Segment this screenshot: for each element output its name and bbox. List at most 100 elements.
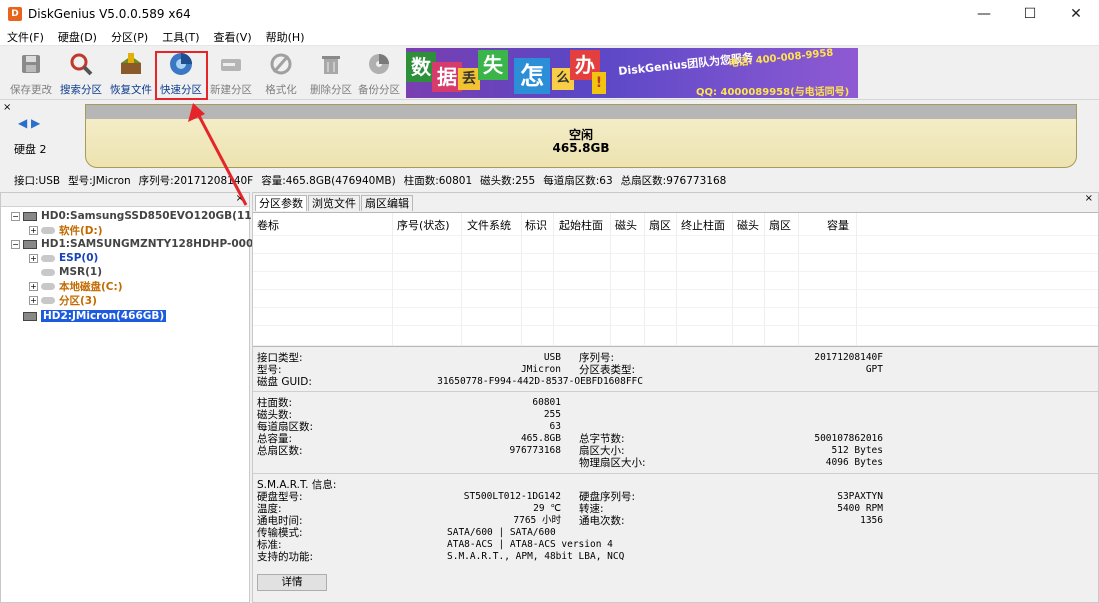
delete-partition-button[interactable]: 删除分区: [306, 50, 356, 98]
disk-nav-arrows-icon[interactable]: ◀ ▶: [18, 116, 40, 130]
partition-icon: [41, 226, 55, 234]
column-divider: [732, 213, 733, 346]
window-title: DiskGenius V5.0.0.589 x64: [28, 7, 191, 21]
expand-icon[interactable]: +: [29, 295, 38, 305]
detail-label: 通电时间:: [257, 515, 303, 527]
new-partition-button[interactable]: 新建分区: [206, 50, 256, 98]
disk-partition-map[interactable]: 空闲 465.8GB: [85, 104, 1077, 168]
section-divider: [253, 473, 1098, 474]
column-header[interactable]: 标识: [525, 217, 547, 233]
backup-partition-icon: [365, 50, 393, 78]
column-header[interactable]: 卷标: [257, 217, 279, 233]
menu-bar: 文件(F) 硬盘(D) 分区(P) 工具(T) 查看(V) 帮助(H): [0, 28, 1099, 46]
detail-value: 5400 RPM: [837, 503, 883, 514]
detail-value: SATA/600 | SATA/600: [447, 527, 556, 538]
column-header[interactable]: 序号(状态): [397, 217, 450, 233]
detail-value: 465.8GB: [520, 433, 561, 444]
column-header[interactable]: 扇区: [649, 217, 671, 233]
detail-label: 传输模式:: [257, 527, 303, 539]
info-serial: 序列号:20171208140F: [138, 174, 254, 187]
tree-item-hd0[interactable]: − HD0:SamsungSSD850EVO120GB(112GB): [11, 209, 280, 223]
promo-banner[interactable]: 数 据 丢 失 怎 么 办 ! DiskGenius团队为您服务 电话: 400…: [406, 48, 858, 98]
menu-help[interactable]: 帮助(H): [259, 29, 312, 45]
banner-qq: QQ: 4000089958(与电话同号): [696, 87, 850, 98]
detail-label: 磁头数:: [257, 409, 293, 421]
search-partition-button[interactable]: 搜索分区: [56, 50, 106, 98]
info-interface: 接口:USB: [14, 174, 61, 187]
close-icon[interactable]: ×: [3, 102, 11, 113]
disk-icon: [23, 211, 37, 221]
disk-label: 硬盘 2: [14, 143, 47, 156]
tab-partition-params[interactable]: 分区参数: [255, 195, 307, 211]
expand-icon[interactable]: +: [29, 281, 38, 291]
save-changes-button[interactable]: 保存更改: [6, 50, 56, 98]
free-space-block: 空闲 465.8GB: [86, 129, 1076, 155]
tree-item-partition[interactable]: + 软件(D:): [29, 223, 103, 237]
detail-label: 硬盘型号:: [257, 491, 303, 503]
partition-icon: [41, 268, 55, 276]
menu-view[interactable]: 查看(V): [207, 29, 259, 45]
recover-files-button[interactable]: 恢复文件: [106, 50, 156, 98]
collapse-icon[interactable]: −: [11, 211, 20, 221]
tree-item-hd2[interactable]: HD2:JMicron(466GB): [23, 309, 167, 323]
detail-value: USB: [543, 352, 561, 363]
column-header[interactable]: 终止柱面: [681, 217, 725, 233]
partition-icon: [41, 282, 55, 290]
close-button[interactable]: ✕: [1053, 0, 1099, 28]
column-header[interactable]: 容量: [827, 217, 849, 233]
collapse-icon[interactable]: −: [11, 239, 20, 249]
search-partition-icon: [67, 50, 95, 78]
close-icon[interactable]: ×: [236, 193, 244, 204]
detail-label: 物理扇区大小:: [579, 457, 646, 469]
tab-sector-editor[interactable]: 扇区编辑: [361, 195, 413, 211]
detail-label: 接口类型:: [257, 352, 303, 364]
close-icon[interactable]: ×: [1085, 193, 1093, 204]
tree-item-partition[interactable]: + ESP(0): [29, 251, 98, 265]
expand-icon[interactable]: +: [29, 225, 38, 235]
minimize-button[interactable]: —: [961, 0, 1007, 28]
format-button[interactable]: 格式化: [256, 50, 306, 98]
tree-item-hd1[interactable]: − HD1:SAMSUNGMZNTY128HDHP-00000(11: [11, 237, 287, 251]
menu-file[interactable]: 文件(F): [0, 29, 51, 45]
tab-strip: 分区参数 浏览文件 扇区编辑: [255, 195, 414, 211]
maximize-button[interactable]: ☐: [1007, 0, 1053, 28]
banner-char: 失: [478, 50, 508, 80]
detail-label: 温度:: [257, 503, 282, 515]
menu-disk[interactable]: 硬盘(D): [51, 29, 104, 45]
column-header[interactable]: 文件系统: [467, 217, 511, 233]
tree-item-partition[interactable]: + 分区(3): [29, 293, 97, 307]
detail-value: ST500LT012-1DG142: [463, 491, 561, 502]
delete-partition-icon: [317, 50, 345, 78]
column-header[interactable]: 扇区: [769, 217, 791, 233]
column-header[interactable]: 磁头: [615, 217, 637, 233]
backup-partition-button[interactable]: 备份分区: [354, 50, 404, 98]
info-sectors-per-track: 每道扇区数:63: [543, 174, 613, 187]
detail-label: 支持的功能:: [257, 551, 314, 563]
tab-browse-files[interactable]: 浏览文件: [308, 195, 360, 211]
row-divider: [253, 235, 1098, 236]
smart-details-button[interactable]: 详情: [257, 574, 327, 591]
partition-icon: [41, 296, 55, 304]
column-divider: [392, 213, 393, 346]
smart-section-title: S.M.A.R.T. 信息:: [257, 479, 337, 491]
tree-item-partition[interactable]: MSR(1): [41, 265, 102, 279]
menu-partition[interactable]: 分区(P): [104, 29, 155, 45]
menu-tools[interactable]: 工具(T): [155, 29, 206, 45]
info-total-sectors: 总扇区数:976773168: [620, 174, 727, 187]
detail-label: 型号:: [257, 364, 282, 376]
column-divider: [798, 213, 799, 346]
column-header[interactable]: 磁头: [737, 217, 759, 233]
column-divider: [521, 213, 522, 346]
detail-label: 总扇区数:: [257, 445, 303, 457]
partition-table[interactable]: 卷标 序号(状态) 文件系统 标识 起始柱面 磁头 扇区 终止柱面 磁头 扇区 …: [253, 212, 1098, 346]
detail-label: 扇区大小:: [579, 445, 625, 457]
expand-icon[interactable]: +: [29, 253, 38, 263]
detail-label: 转速:: [579, 503, 604, 515]
tree-item-partition[interactable]: + 本地磁盘(C:): [29, 279, 123, 293]
detail-label: 柱面数:: [257, 397, 293, 409]
column-header[interactable]: 起始柱面: [559, 217, 603, 233]
column-divider: [676, 213, 677, 346]
detail-value: 60801: [532, 397, 561, 408]
detail-value: 29 ℃: [533, 503, 561, 514]
column-divider: [610, 213, 611, 346]
